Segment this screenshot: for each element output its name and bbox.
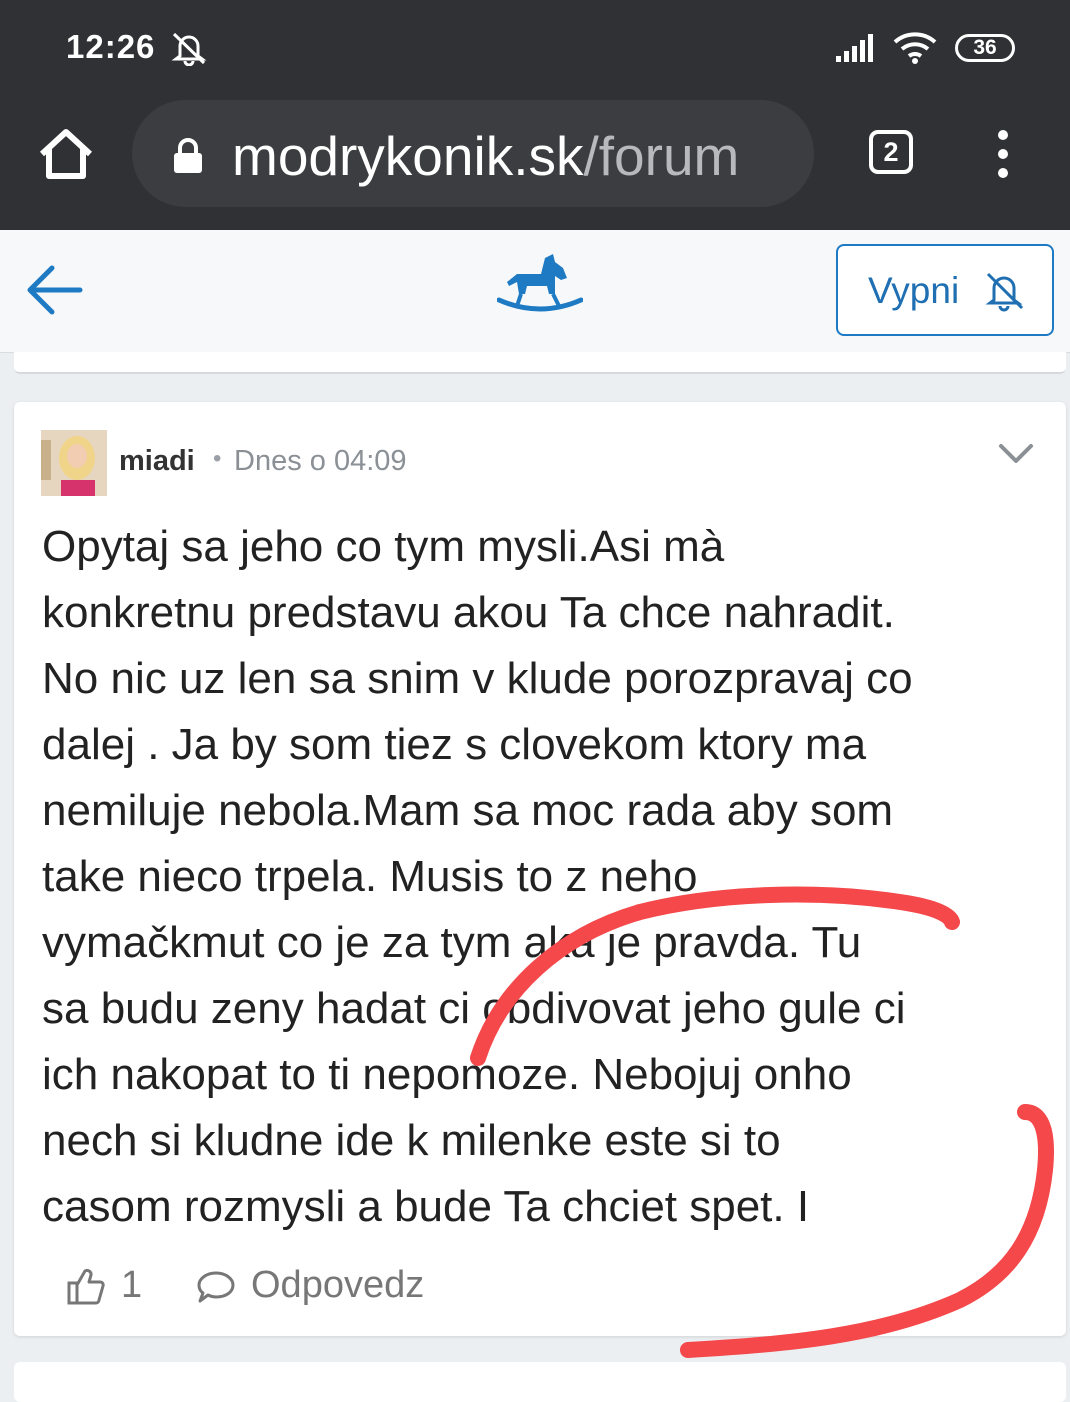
home-icon[interactable] <box>36 126 96 187</box>
url-domain: modrykonik.sk <box>232 125 584 187</box>
chevron-down-icon[interactable] <box>998 442 1034 471</box>
post-timestamp: Dnes o 04:09 <box>234 445 407 477</box>
thumbs-up-icon <box>66 1266 106 1311</box>
previous-post-card <box>14 352 1066 374</box>
kebab-menu-icon[interactable] <box>992 129 1014 184</box>
battery-icon: 36 <box>955 34 1015 62</box>
forum-post: miadi • Dnes o 04:09 Opytaj sa jeho co t… <box>14 402 1066 1336</box>
next-post-card <box>14 1362 1066 1402</box>
notifications-off-button[interactable]: Vypni <box>836 244 1054 336</box>
lock-icon <box>172 138 204 179</box>
address-bar[interactable]: modrykonik.sk/forum <box>132 100 814 207</box>
status-bar: 12:26 36 <box>0 0 1070 95</box>
wifi-icon <box>893 30 937 69</box>
reply-button[interactable]: Odpovedz <box>196 1262 436 1312</box>
back-arrow-icon[interactable] <box>26 260 86 325</box>
url-path: /forum <box>583 125 740 187</box>
browser-toolbar: modrykonik.sk/forum 2 <box>0 95 1070 230</box>
like-count: 1 <box>121 1264 143 1306</box>
signal-icon <box>836 32 880 67</box>
site-header: Vypni <box>0 230 1070 353</box>
rocking-horse-logo-icon[interactable] <box>496 252 584 327</box>
meta-separator: • <box>213 445 222 472</box>
post-body: Opytaj sa jeho co tym mysli.Asi mà konkr… <box>42 522 913 1231</box>
comment-icon <box>196 1270 236 1309</box>
bell-off-icon <box>982 268 1026 317</box>
notifications-off-label: Vypni <box>868 270 960 311</box>
avatar[interactable] <box>41 430 107 496</box>
url-text[interactable]: modrykonik.sk/forum <box>232 124 739 188</box>
reply-label: Odpovedz <box>251 1264 425 1306</box>
post-author[interactable]: miadi <box>119 445 195 478</box>
status-time: 12:26 <box>66 28 156 65</box>
tabs-icon[interactable]: 2 <box>869 130 913 174</box>
bell-off-icon <box>170 30 208 71</box>
